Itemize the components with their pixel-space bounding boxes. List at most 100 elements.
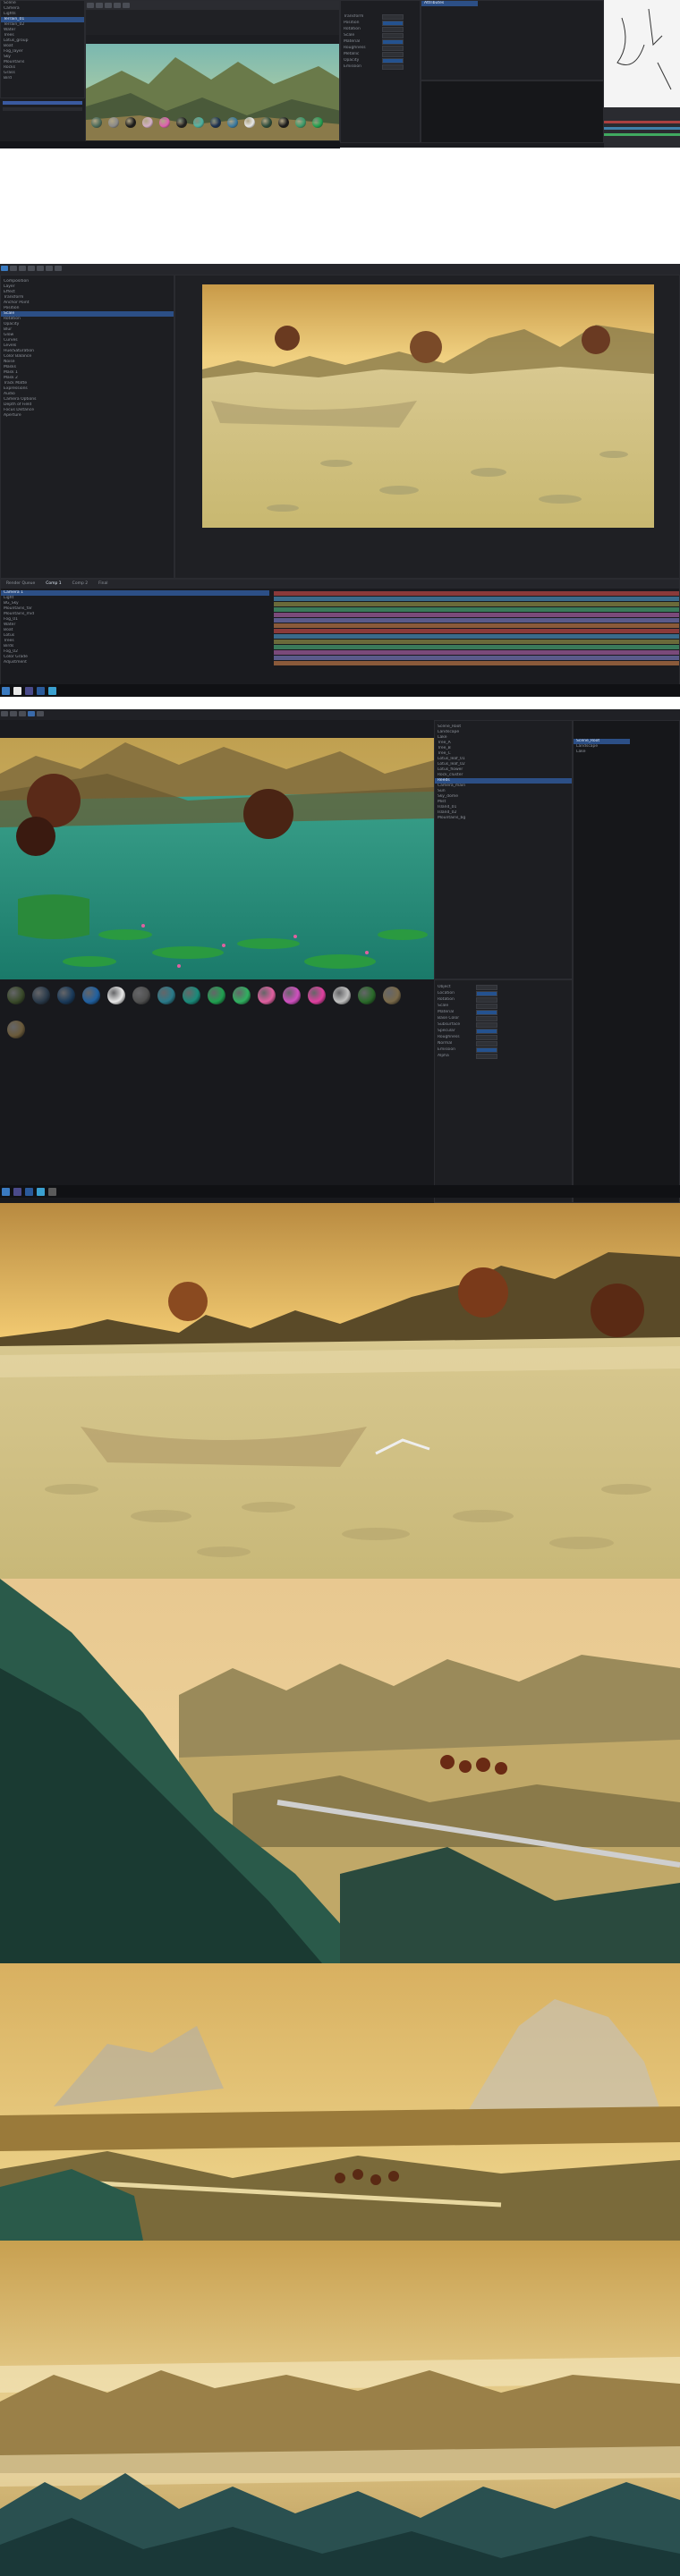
material-swatch[interactable] <box>193 117 204 128</box>
property-field[interactable] <box>476 1021 497 1028</box>
material-swatch[interactable] <box>32 987 50 1004</box>
property-field[interactable] <box>382 51 404 57</box>
render-misty-range <box>0 2241 680 2576</box>
property-label: Material <box>344 39 361 44</box>
material-swatch[interactable] <box>108 117 119 128</box>
property-field[interactable] <box>382 13 404 20</box>
viewport-3d[interactable] <box>85 0 340 143</box>
material-swatch[interactable] <box>159 117 170 128</box>
outliner-panel: Scene Camera Lights Terrain_01 Terrain_02 Wat… <box>0 0 85 98</box>
render-mountain-bridge <box>0 1579 680 1963</box>
material-swatch[interactable] <box>91 117 102 128</box>
outliner-item[interactable]: Mountains_bg <box>435 816 572 821</box>
property-field[interactable] <box>382 20 404 26</box>
material-swatch[interactable] <box>57 987 75 1004</box>
property-field[interactable] <box>382 32 404 38</box>
timeline-track-bar[interactable] <box>274 607 679 612</box>
material-swatch[interactable] <box>383 987 401 1004</box>
material-swatch[interactable] <box>358 987 376 1004</box>
material-swatch[interactable] <box>132 987 150 1004</box>
timeline-tab[interactable]: Comp 1 <box>40 580 66 589</box>
property-field[interactable] <box>382 57 404 64</box>
property-label: Object <box>438 985 451 989</box>
material-swatch[interactable] <box>233 987 251 1004</box>
material-swatch[interactable] <box>142 117 153 128</box>
property-field[interactable] <box>476 1053 497 1059</box>
material-swatch[interactable] <box>283 987 301 1004</box>
timeline-track-bar[interactable] <box>274 623 679 628</box>
material-swatch[interactable] <box>278 117 289 128</box>
timeline-track-bar[interactable] <box>274 629 679 633</box>
material-swatch[interactable] <box>7 1021 25 1038</box>
timeline-track-bar[interactable] <box>274 618 679 623</box>
material-swatch[interactable] <box>227 117 238 128</box>
timeline-tab[interactable]: Comp 2 <box>67 580 93 589</box>
material-swatch[interactable] <box>312 117 323 128</box>
editor2-viewport[interactable] <box>0 738 434 979</box>
property-label: Emission <box>438 1047 456 1052</box>
property-label: Metallic <box>344 52 360 56</box>
material-swatch[interactable] <box>176 117 187 128</box>
material-swatch[interactable] <box>208 987 225 1004</box>
property-row: Position <box>341 20 420 26</box>
property-label: Roughness <box>344 46 366 50</box>
property-field[interactable] <box>476 984 497 990</box>
property-field[interactable] <box>476 1009 497 1015</box>
property-label: Opacity <box>344 58 360 63</box>
timeline-track-bar[interactable] <box>274 634 679 639</box>
property-field[interactable] <box>476 990 497 996</box>
property-field[interactable] <box>476 1046 497 1053</box>
timeline-track-bar[interactable] <box>274 591 679 596</box>
material-swatch[interactable] <box>210 117 221 128</box>
property-row: Emission <box>435 1046 572 1053</box>
material-swatch[interactable] <box>7 987 25 1004</box>
timeline-tab[interactable]: Render Queue <box>1 580 40 589</box>
property-row: Location <box>435 990 572 996</box>
material-swatch[interactable] <box>295 117 306 128</box>
effect-item[interactable]: Aperture <box>1 413 174 419</box>
comp-viewer[interactable] <box>174 275 680 579</box>
timeline-layer[interactable]: Adjustment <box>1 660 269 665</box>
editor2-toolbar <box>0 709 680 720</box>
timeline-track-bar[interactable] <box>274 597 679 601</box>
material-swatch[interactable] <box>261 117 272 128</box>
material-swatch[interactable] <box>244 117 255 128</box>
property-field[interactable] <box>382 38 404 45</box>
timeline-track-bar[interactable] <box>274 645 679 649</box>
property-field[interactable] <box>476 1015 497 1021</box>
sketch-area <box>604 0 680 107</box>
material-swatch[interactable] <box>183 987 200 1004</box>
material-swatch[interactable] <box>82 987 100 1004</box>
property-field[interactable] <box>382 45 404 51</box>
property-row: Alpha <box>435 1053 572 1059</box>
material-swatch[interactable] <box>107 987 125 1004</box>
timeline-track-bar[interactable] <box>274 613 679 617</box>
property-row: Base Color <box>435 1015 572 1021</box>
property-field[interactable] <box>382 64 404 70</box>
property-field[interactable] <box>476 1003 497 1009</box>
property-label: Scale <box>344 33 355 38</box>
outliner-item[interactable]: Bird <box>1 76 84 81</box>
property-field[interactable] <box>476 1034 497 1040</box>
editor2-material-shelf <box>0 979 434 1203</box>
property-label: Alpha <box>438 1054 449 1058</box>
property-label: Scale <box>438 1004 449 1008</box>
material-swatch[interactable] <box>258 987 276 1004</box>
timeline-tab[interactable]: Final <box>93 580 113 589</box>
timeline-track-bar[interactable] <box>274 656 679 660</box>
timeline-track-bar[interactable] <box>274 650 679 655</box>
timeline-track-bar[interactable] <box>274 661 679 665</box>
property-field[interactable] <box>476 996 497 1003</box>
property-field[interactable] <box>382 26 404 32</box>
material-swatch[interactable] <box>157 987 175 1004</box>
material-swatch[interactable] <box>125 117 136 128</box>
timeline-track-bar[interactable] <box>274 640 679 644</box>
timeline-track-bar[interactable] <box>274 602 679 606</box>
property-field[interactable] <box>476 1040 497 1046</box>
property-field[interactable] <box>476 1028 497 1034</box>
material-swatch[interactable] <box>308 987 326 1004</box>
properties-panel: Transform Position Rotation Scale Material Ro… <box>340 0 421 143</box>
render-lake-boat <box>0 1203 680 1579</box>
property-label: Location <box>438 991 455 996</box>
material-swatch[interactable] <box>333 987 351 1004</box>
